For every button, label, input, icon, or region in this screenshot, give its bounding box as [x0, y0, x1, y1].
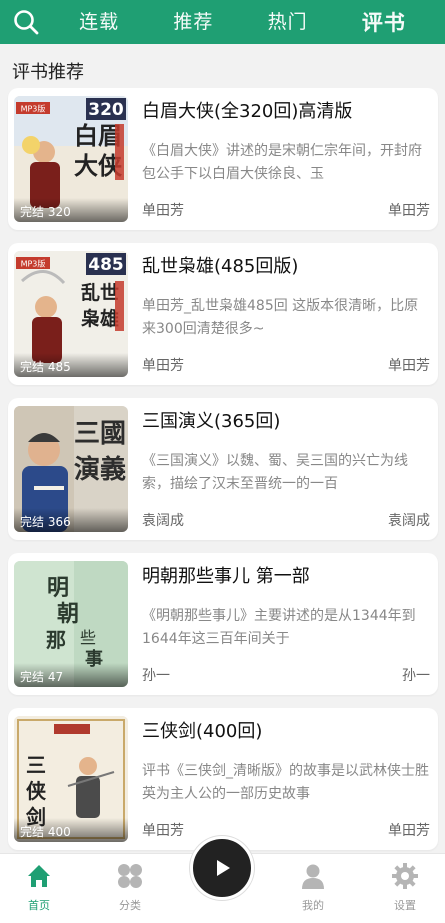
search-button[interactable]: [0, 0, 52, 44]
book-description: 《三国演义》以魏、蜀、吴三国的兴亡为线索，描绘了汉末至晋统一的一百: [142, 453, 408, 492]
nav-label: 我的: [302, 899, 324, 912]
top-bar: 连载 推荐 热门 评书: [0, 0, 445, 44]
book-cover: 三國 演義 完结 366: [14, 406, 128, 532]
book-author: 单田芳: [142, 358, 184, 374]
section-title: 评书推荐: [12, 62, 84, 83]
book-card[interactable]: 明 朝 那 些 事 完结 47 明朝那些事儿 第一部 《明朝那些事儿》主要讲述的…: [8, 553, 438, 695]
book-description: 评书《三侠剑_清晰版》的故事是以武林侠士胜英为主人公的一部历史故事: [142, 763, 429, 802]
user-icon: [302, 864, 324, 889]
book-cover: 三 侠 剑 完结 400: [14, 716, 128, 842]
svg-text:朝: 朝: [57, 601, 79, 626]
book-list: MP3版 320 白眉 大侠 完结 320 白眉大侠(全320回)高清版 《白眉…: [8, 88, 438, 863]
svg-text:些: 些: [80, 629, 96, 647]
play-button[interactable]: [190, 836, 254, 900]
svg-text:白眉: 白眉: [74, 122, 122, 150]
book-title: 三侠剑(400回): [142, 721, 263, 742]
home-icon: [28, 865, 50, 887]
status-badge: 完结 400: [14, 818, 128, 842]
svg-text:那: 那: [46, 630, 66, 652]
tab-recommend[interactable]: 推荐: [173, 7, 213, 37]
status-badge: 完结 320: [14, 198, 128, 222]
cover-tag: MP3版: [21, 104, 46, 114]
book-card[interactable]: MP3版 320 白眉 大侠 完结 320 白眉大侠(全320回)高清版 《白眉…: [8, 88, 438, 230]
gear-icon: [392, 863, 418, 889]
status-badge: 完结 366: [14, 508, 128, 532]
cover-number: 485: [88, 255, 124, 275]
play-icon: [217, 860, 230, 876]
book-title: 明朝那些事儿 第一部: [142, 566, 310, 587]
nav-label: 设置: [394, 899, 416, 912]
svg-text:三: 三: [26, 755, 46, 777]
book-author: 单田芳: [142, 203, 184, 219]
book-card[interactable]: MP3版 485 乱世 枭雄 完结 485 乱世枭雄(485回版) 单田芳_乱世…: [8, 243, 438, 385]
book-description: 《白眉大侠》讲述的是宋朝仁宗年间，开封府包公手下以白眉大侠徐良、玉: [142, 143, 422, 182]
nav-home[interactable]: 首页: [4, 862, 74, 913]
svg-text:三國: 三國: [74, 419, 126, 448]
book-narrator: 单田芳: [388, 823, 430, 839]
book-author: 孙一: [142, 668, 170, 684]
svg-text:明: 明: [47, 575, 69, 600]
book-title: 乱世枭雄(485回版): [142, 256, 299, 277]
svg-text:侠: 侠: [26, 779, 47, 803]
book-title: 白眉大侠(全320回)高清版: [142, 101, 353, 122]
svg-text:演義: 演義: [74, 454, 126, 484]
svg-text:枭雄: 枭雄: [80, 307, 119, 330]
book-narrator: 单田芳: [388, 358, 430, 374]
book-card[interactable]: 三國 演義 完结 366 三国演义(365回) 《三国演义》以魏、蜀、吴三国的兴…: [8, 398, 438, 540]
nav-category[interactable]: 分类: [95, 862, 165, 913]
search-icon: [14, 10, 39, 35]
grid-icon: [118, 864, 142, 888]
category-tabs: 连载 推荐 热门 评书: [52, 7, 445, 37]
book-author: 单田芳: [142, 823, 184, 839]
book-cover: 明 朝 那 些 事 完结 47: [14, 561, 128, 687]
book-cover: MP3版 485 乱世 枭雄 完结 485: [14, 251, 128, 377]
tab-serial[interactable]: 连载: [79, 7, 119, 37]
bottom-nav: 首页 分类 我的 设置: [0, 836, 445, 923]
book-narrator: 袁阔成: [388, 513, 430, 529]
book-narrator: 孙一: [402, 668, 430, 684]
nav-label: 分类: [119, 899, 141, 912]
book-description: 单田芳_乱世枭雄485回 这版本很清晰，比原来300回清楚很多~: [142, 298, 419, 337]
tab-storytelling[interactable]: 评书: [362, 7, 406, 37]
book-cover: MP3版 320 白眉 大侠 完结 320: [14, 96, 128, 222]
tab-hot[interactable]: 热门: [268, 7, 308, 37]
cover-tag: MP3版: [21, 259, 46, 269]
book-narrator: 单田芳: [388, 203, 430, 219]
nav-mine[interactable]: 我的: [278, 862, 348, 913]
book-author: 袁阔成: [142, 513, 184, 529]
book-card[interactable]: 三 侠 剑 完结 400 三侠剑(400回) 评书《三侠剑_清晰版》的故事是以武…: [8, 708, 438, 850]
nav-settings[interactable]: 设置: [370, 862, 440, 913]
status-badge: 完结 47: [14, 663, 128, 687]
nav-label: 首页: [28, 899, 50, 912]
book-description: 《明朝那些事儿》主要讲述的是从1344年到1644年这三百年间关于: [142, 608, 416, 647]
cover-number: 320: [88, 100, 124, 120]
status-badge: 完结 485: [14, 353, 128, 377]
book-title: 三国演义(365回): [142, 411, 281, 432]
svg-text:乱世: 乱世: [81, 282, 119, 304]
